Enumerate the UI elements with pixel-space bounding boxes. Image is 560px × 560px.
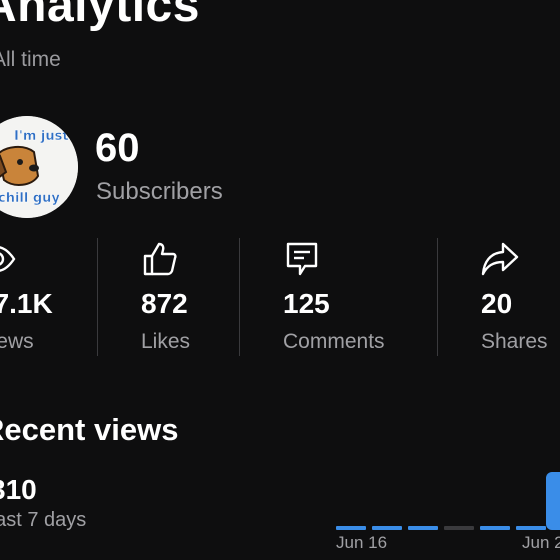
chart-bar — [480, 526, 510, 530]
chart-bar — [444, 526, 474, 530]
channel-avatar[interactable]: I'm just a chill guy — [0, 116, 78, 218]
stat-label: Likes — [141, 330, 191, 353]
stat-views[interactable]: 17.1K Views — [0, 238, 88, 356]
subscribers-count: 60 — [95, 126, 140, 170]
stat-value: 872 — [141, 288, 188, 319]
chart-bar — [546, 472, 560, 530]
stat-value: 125 — [283, 288, 330, 319]
comment-icon — [286, 242, 318, 276]
stat-likes[interactable]: 872 Likes — [141, 238, 231, 356]
stat-divider — [239, 238, 240, 356]
chart-bar — [408, 526, 438, 530]
share-icon — [481, 242, 519, 276]
thumbs-up-icon — [143, 242, 177, 276]
stat-divider — [437, 238, 438, 356]
x-tick-label: Jun 2 — [522, 533, 560, 552]
stat-value: 17.1K — [0, 288, 53, 319]
chart-bar — [336, 526, 366, 530]
chart-bar — [516, 526, 546, 530]
stat-label: Views — [0, 330, 34, 353]
avatar-text-top: I'm just a — [14, 129, 78, 144]
time-range-label[interactable]: All time — [0, 48, 61, 72]
stat-label: Comments — [283, 330, 385, 353]
x-tick-label: Jun 16 — [336, 533, 388, 552]
dog-logo-icon: I'm just a chill guy — [0, 116, 78, 218]
stat-label: Shares — [481, 330, 548, 353]
stat-shares[interactable]: 20 Shares — [481, 238, 560, 356]
eye-icon — [0, 246, 16, 272]
recent-views-period: Last 7 days — [0, 509, 87, 531]
subscribers-label: Subscribers — [96, 178, 223, 205]
page-title: Analytics — [0, 0, 200, 32]
stat-divider — [97, 238, 98, 356]
stat-value: 20 — [481, 288, 513, 319]
recent-views-count: 310 — [0, 474, 37, 505]
chart-bar — [372, 526, 402, 530]
stat-comments[interactable]: 125 Comments — [283, 238, 423, 356]
recent-views-title: Recent views — [0, 412, 179, 447]
avatar-text-bottom: chill guy — [0, 191, 60, 206]
analytics-page: Analytics All time I'm just a chill guy … — [0, 0, 560, 560]
